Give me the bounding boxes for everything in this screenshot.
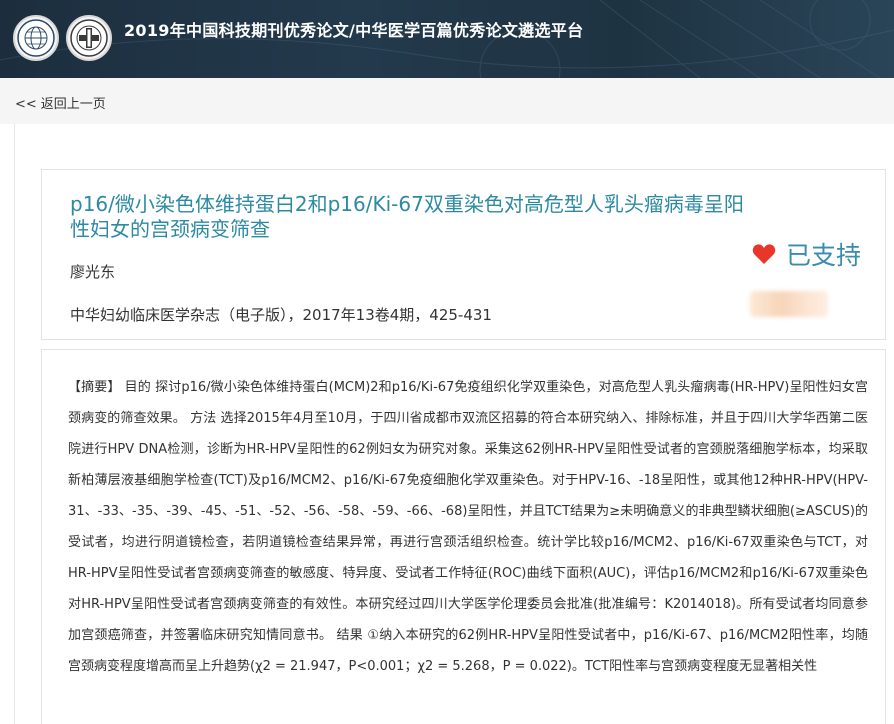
medical-association-emblem-icon[interactable] <box>66 15 112 61</box>
abstract-text: 【摘要】 目的 探讨p16/微小染色体维持蛋白(MCM)2和p16/Ki-67免… <box>68 372 868 682</box>
paper-title[interactable]: p16/微小染色体维持蛋白2和p16/Ki-67双重染色对高危型人乳头瘤病毒呈阳… <box>70 192 750 242</box>
back-link-label: 返回上一页 <box>40 97 106 112</box>
paper-card: p16/微小染色体维持蛋白2和p16/Ki-67双重染色对高危型人乳头瘤病毒呈阳… <box>41 169 886 340</box>
paper-author: 廖光东 <box>70 263 116 281</box>
paper-journal-citation: 中华妇幼临床医学杂志（电子版），2017年13卷4期，425-431 <box>70 306 492 324</box>
back-link[interactable]: << 返回上一页 <box>15 93 106 112</box>
support-label: 已支持 <box>786 241 862 270</box>
back-chevron-icon: << <box>15 97 37 112</box>
blurred-badge <box>750 291 828 317</box>
abstract-label: 【摘要】 <box>68 380 121 395</box>
heart-icon <box>752 244 776 264</box>
abstract-box: 【摘要】 目的 探讨p16/微小染色体维持蛋白(MCM)2和p16/Ki-67免… <box>41 349 886 724</box>
support-button[interactable]: 已支持 <box>752 236 861 272</box>
site-header: 2019年中国科技期刊优秀论文/中华医学百篇优秀论文遴选平台 <box>0 0 894 78</box>
abstract-body: 目的 探讨p16/微小染色体维持蛋白(MCM)2和p16/Ki-67免疫组织化学… <box>68 380 868 674</box>
globe-emblem-icon[interactable] <box>13 15 59 61</box>
navigation-bar: << 返回上一页 <box>0 78 894 124</box>
site-title: 2019年中国科技期刊优秀论文/中华医学百篇优秀论文遴选平台 <box>124 21 584 40</box>
